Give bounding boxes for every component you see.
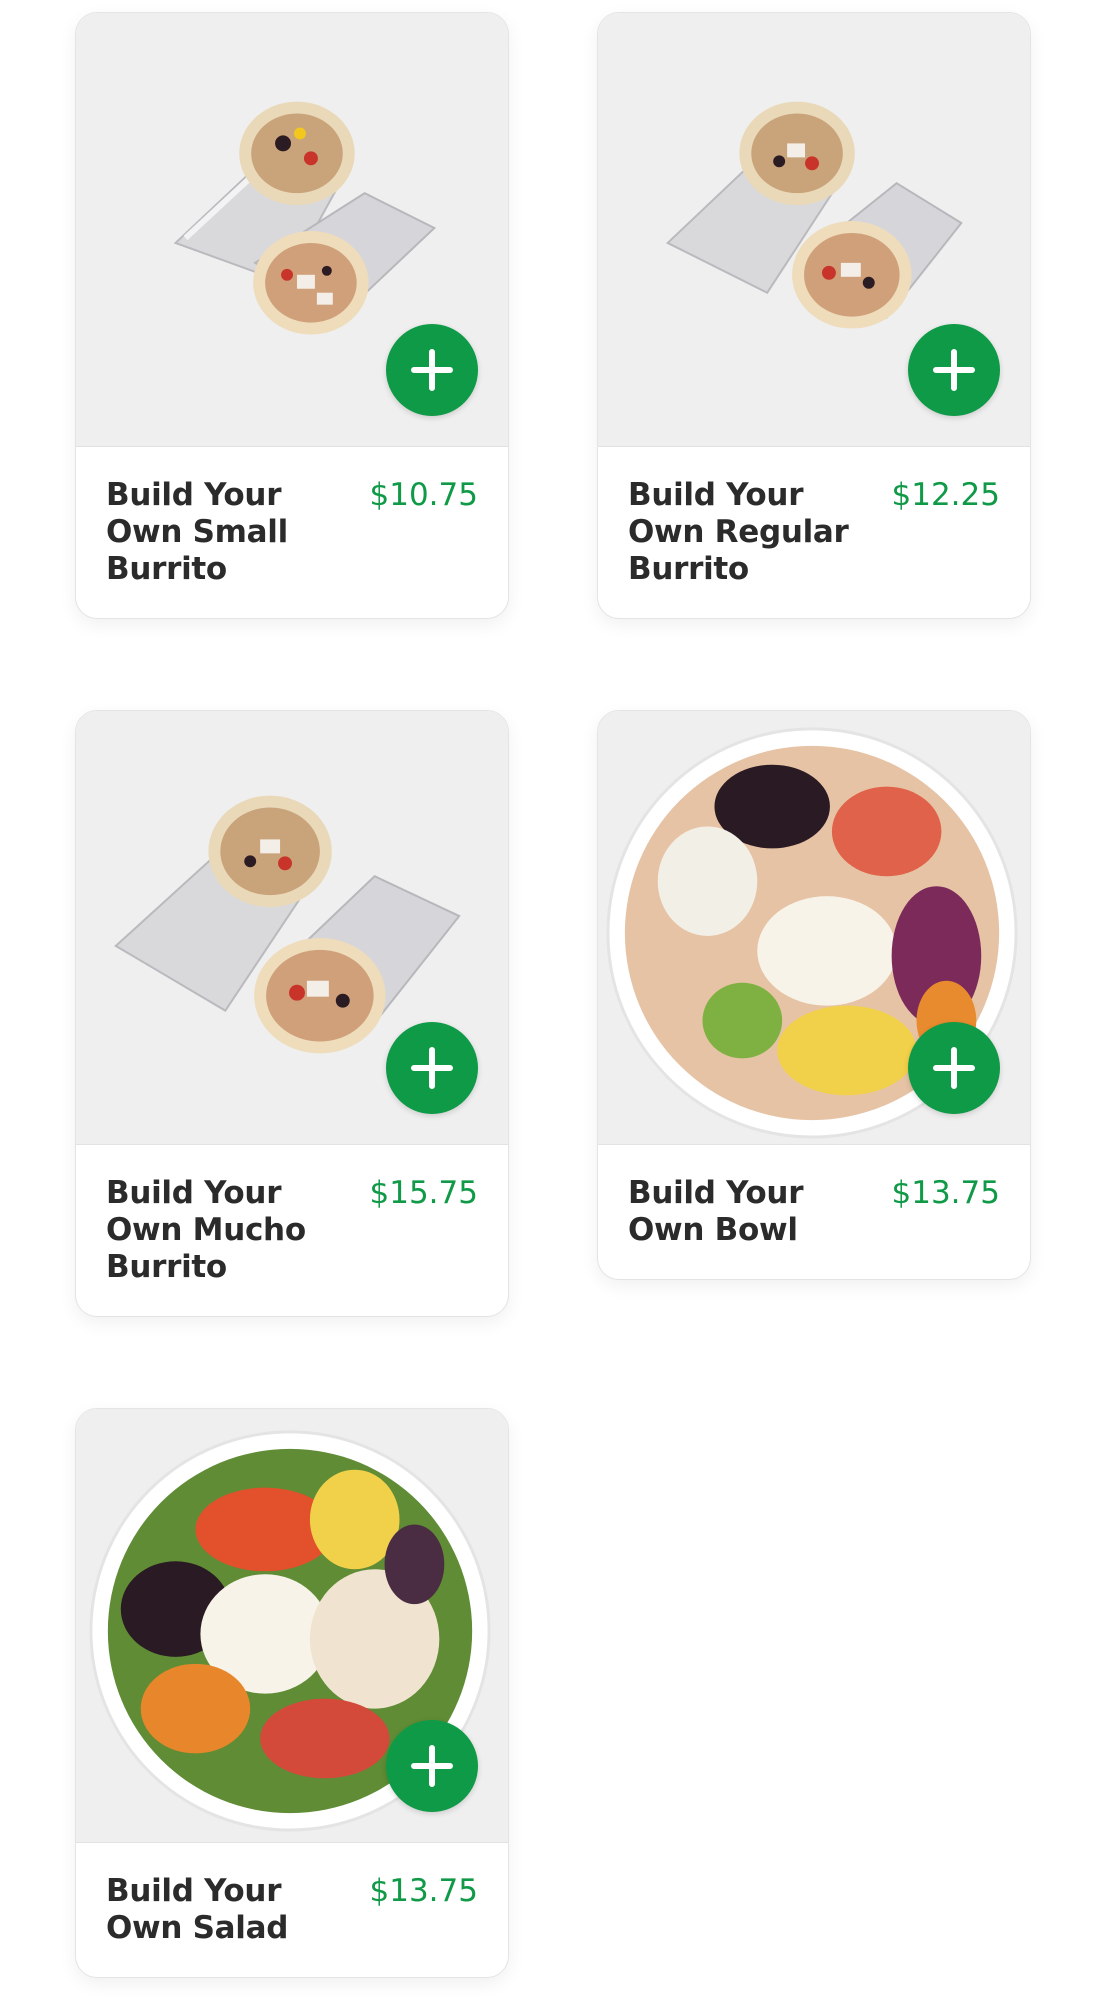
menu-item-image[interactable] <box>598 711 1030 1145</box>
menu-item-image[interactable] <box>598 13 1030 447</box>
menu-item-name: Build Your Own Small Burrito <box>106 477 288 587</box>
menu-item-card[interactable]: Build Your Own Salad $13.75 <box>75 1408 509 1978</box>
plus-icon <box>933 1047 975 1089</box>
plus-icon <box>411 349 453 391</box>
menu-item-card[interactable]: Build Your Own Mucho Burrito $15.75 <box>75 710 509 1317</box>
menu-grid: Build Your Own Small Burrito $10.75 Buil… <box>0 0 1118 2000</box>
add-item-button[interactable] <box>386 1720 478 1812</box>
add-item-button[interactable] <box>908 1022 1000 1114</box>
menu-item-image[interactable] <box>76 1409 508 1843</box>
menu-item-card[interactable]: Build Your Own Small Burrito $10.75 <box>75 12 509 619</box>
add-item-button[interactable] <box>908 324 1000 416</box>
menu-item-image[interactable] <box>76 711 508 1145</box>
menu-item-info: Build Your Own Small Burrito $10.75 <box>76 447 508 618</box>
menu-item-name: Build Your Own Salad <box>106 1873 289 1946</box>
menu-item-price: $12.25 <box>891 477 1000 513</box>
menu-item-info: Build Your Own Bowl $13.75 <box>598 1145 1030 1279</box>
menu-item-info: Build Your Own Salad $13.75 <box>76 1843 508 1977</box>
menu-item-name: Build Your Own Regular Burrito <box>628 477 849 587</box>
add-item-button[interactable] <box>386 324 478 416</box>
add-item-button[interactable] <box>386 1022 478 1114</box>
menu-item-price: $15.75 <box>369 1175 478 1211</box>
menu-item-info: Build Your Own Regular Burrito $12.25 <box>598 447 1030 618</box>
menu-item-price: $13.75 <box>369 1873 478 1909</box>
plus-icon <box>411 1047 453 1089</box>
plus-icon <box>933 349 975 391</box>
menu-item-price: $10.75 <box>369 477 478 513</box>
plus-icon <box>411 1745 453 1787</box>
menu-item-card[interactable]: Build Your Own Bowl $13.75 <box>597 710 1031 1280</box>
menu-item-name: Build Your Own Bowl <box>628 1175 804 1248</box>
menu-item-card[interactable]: Build Your Own Regular Burrito $12.25 <box>597 12 1031 619</box>
menu-item-image[interactable] <box>76 13 508 447</box>
menu-item-info: Build Your Own Mucho Burrito $15.75 <box>76 1145 508 1316</box>
menu-item-name: Build Your Own Mucho Burrito <box>106 1175 306 1285</box>
menu-item-price: $13.75 <box>891 1175 1000 1211</box>
